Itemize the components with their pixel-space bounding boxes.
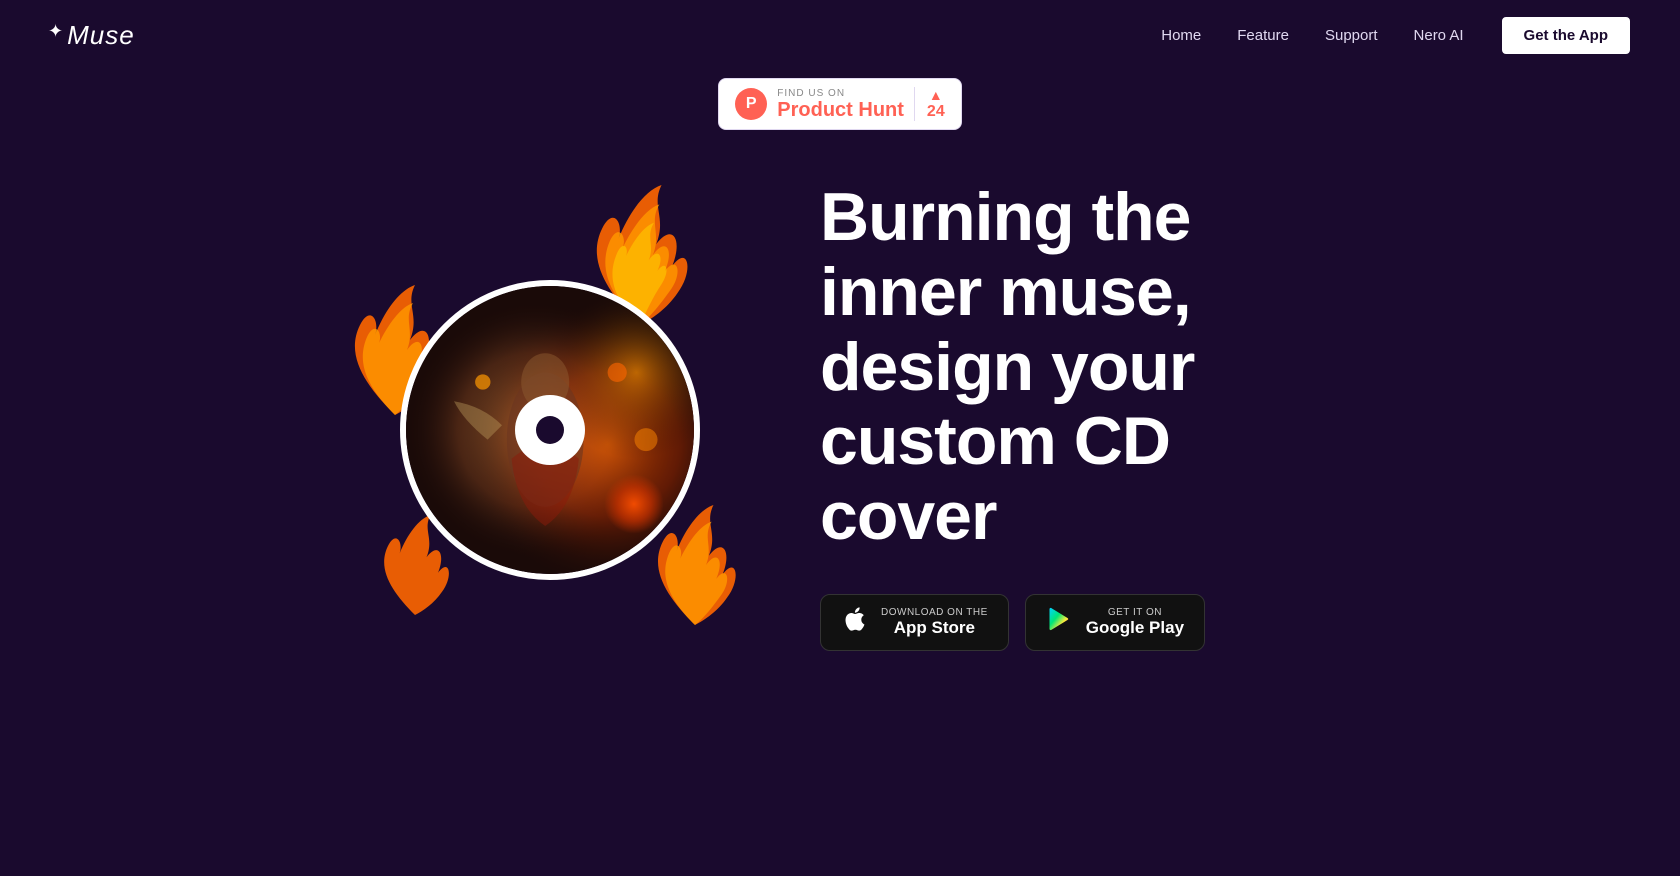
- product-hunt-count: 24: [927, 103, 945, 121]
- google-play-main: Google Play: [1086, 618, 1184, 638]
- cd-hole-inner: [536, 416, 564, 444]
- cd-illustration: [360, 205, 740, 625]
- nav-home[interactable]: Home: [1161, 27, 1201, 44]
- logo-star-icon: ✦: [48, 21, 63, 42]
- apple-icon: [841, 605, 869, 640]
- google-play-sub: GET IT ON: [1086, 607, 1184, 618]
- product-hunt-container: P FIND US ON Product Hunt ▲ 24: [0, 78, 1680, 130]
- app-store-text: Download on the App Store: [881, 607, 988, 638]
- nav-feature[interactable]: Feature: [1237, 27, 1289, 44]
- app-store-sub: Download on the: [881, 607, 988, 618]
- cd-circle: [400, 280, 700, 580]
- cd-shine: [604, 474, 664, 534]
- cd-hole: [515, 395, 585, 465]
- product-hunt-badge[interactable]: P FIND US ON Product Hunt ▲ 24: [718, 78, 961, 130]
- google-play-text: GET IT ON Google Play: [1086, 607, 1184, 638]
- logo-text: Muse: [67, 20, 135, 51]
- google-play-button[interactable]: GET IT ON Google Play: [1025, 594, 1205, 651]
- nav-nero-ai[interactable]: Nero AI: [1414, 27, 1464, 44]
- nav-links: Home Feature Support Nero AI Get the App: [1161, 15, 1632, 56]
- app-store-button[interactable]: Download on the App Store: [820, 594, 1009, 651]
- hero-title: Burning the inner muse, design your cust…: [820, 180, 1320, 554]
- main-content: Burning the inner muse, design your cust…: [0, 160, 1680, 671]
- product-hunt-name: Product Hunt: [777, 99, 904, 121]
- product-hunt-text: FIND US ON Product Hunt: [777, 88, 904, 121]
- logo[interactable]: ✦ Muse: [48, 20, 135, 51]
- app-store-main: App Store: [881, 618, 988, 638]
- right-content: Burning the inner muse, design your cust…: [820, 180, 1320, 651]
- navbar: ✦ Muse Home Feature Support Nero AI Get …: [0, 0, 1680, 70]
- product-hunt-find-us: FIND US ON: [777, 88, 904, 99]
- product-hunt-logo: P: [735, 88, 767, 120]
- nav-support[interactable]: Support: [1325, 27, 1378, 44]
- google-play-icon: [1046, 605, 1074, 640]
- product-hunt-upvote: ▲ 24: [914, 87, 945, 121]
- get-app-button[interactable]: Get the App: [1500, 15, 1632, 56]
- store-buttons: Download on the App Store: [820, 594, 1320, 651]
- product-hunt-arrow: ▲: [929, 87, 943, 103]
